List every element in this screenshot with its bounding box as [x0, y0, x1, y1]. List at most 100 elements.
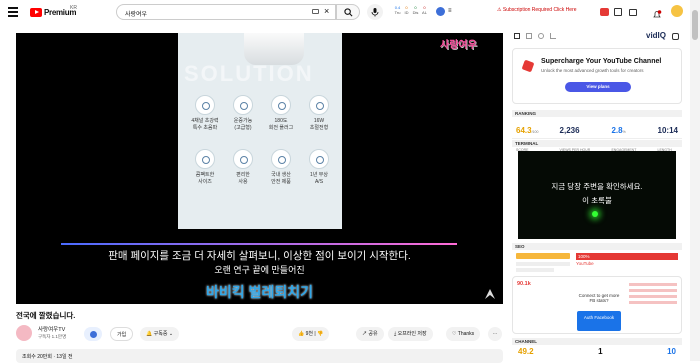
create-icon[interactable] [629, 7, 639, 17]
keyboard-icon[interactable] [312, 9, 319, 14]
voice-search-button[interactable] [367, 4, 383, 20]
burned-caption-line2: 바비킥 벌레퇴치기 [206, 284, 313, 300]
subscribe-button[interactable]: 🔔 구독중 ⌄ [140, 327, 180, 341]
video-title: 전국에 깔렸습니다. [16, 311, 76, 320]
menu-icon[interactable] [8, 7, 18, 17]
stat-score: 64.3/100 SCORE [516, 120, 539, 152]
feature-item: 1년 무상 A/S [300, 149, 338, 186]
scrollbar-thumb[interactable] [692, 10, 698, 40]
stat-value: 64.3 [516, 126, 532, 135]
stat-value: 2,236 [559, 126, 580, 135]
feature-icon [195, 95, 215, 115]
ext-label: Dis [412, 10, 419, 15]
feature-icon [271, 95, 291, 115]
download-button[interactable]: ⤓ 오프라인 저장 [388, 327, 433, 341]
masthead: Premium KR 사랑여우 × 0.4 0 0 0 Tru ID Dis AL ≡ ⚠ … [0, 0, 700, 26]
feature-label: 180도 회전 플러그 [268, 118, 294, 131]
vidiq-toolbar: vidIQ [512, 30, 682, 44]
feature-label: 4채널 초강력 특수 초음파 [191, 118, 219, 131]
feature-icon [195, 149, 215, 169]
stat-length: 10:14 LENGTH [658, 120, 678, 152]
channel-avatar[interactable] [16, 325, 32, 341]
stat-unit: /100 [531, 130, 539, 134]
bottom-stat-3: 10 [667, 347, 676, 356]
ext-label: ID [404, 10, 409, 15]
burned-caption-line1: 오랜 연구 끝에 만들어진 [214, 265, 305, 275]
bottom-stat-2: 1 [598, 347, 603, 356]
join-button[interactable]: 가입 [110, 327, 134, 341]
subtitle-underline [61, 243, 457, 245]
extension-menu-icon[interactable]: ≡ [448, 8, 452, 14]
promo-text: Unlock the most advanced growth tools fo… [541, 68, 644, 73]
search-input[interactable]: 사랑여우 [116, 4, 336, 20]
product-device-image [244, 33, 304, 65]
connect-text: Connect to get more FB stats? [578, 293, 620, 303]
bottom-stat-1: 49.2 [518, 347, 534, 356]
grid-icon[interactable] [514, 33, 520, 39]
download-label: 오프라인 저장 [397, 331, 427, 337]
youtube-logo-icon[interactable] [30, 8, 42, 17]
extension-icon[interactable] [436, 7, 445, 16]
channel-watermark: 사랑여우 [440, 40, 477, 51]
feature-icon [271, 149, 291, 169]
ext-label: AL [422, 10, 427, 15]
chart-icon[interactable] [550, 33, 556, 39]
warning-text: Subscription Required Click Here [502, 7, 577, 13]
vidiq-logo: vidIQ [646, 31, 667, 40]
caption-text: 판매 페이지를 조금 더 자세히 살펴보니, 이상한 점이 보이기 시작한다. [108, 250, 411, 262]
stats-header: RANKING [512, 110, 682, 117]
seo-header: SEO [512, 243, 682, 250]
search-button[interactable] [336, 4, 360, 20]
thanks-button[interactable]: ♡ Thanks [446, 327, 481, 341]
share-label: 공유 [368, 331, 378, 337]
vidiq-panel: vidIQ Supercharge Your YouTube Channel U… [512, 30, 682, 361]
feature-icon [233, 149, 253, 169]
subscription-warning[interactable]: ⚠ Subscription Required Click Here [497, 7, 577, 13]
seo-section: SEO 100% YouTube [512, 243, 682, 275]
feature-item: 편리한 사용 [224, 149, 262, 186]
seo-score: 100% [576, 253, 678, 260]
search-icon [344, 8, 353, 17]
feature-item: 4채널 초강력 특수 초음파 [186, 95, 224, 132]
notifications-icon[interactable] [652, 7, 662, 18]
stat-engagement: 2.8% ENGAGEMENT [611, 120, 636, 152]
subscribe-label: 구독중 [153, 331, 168, 337]
video-frame-product: SOLUTION 4채널 초강력 특수 초음파 운증가능 (고급형) 180도 … [178, 33, 342, 229]
like-count: 9천 [305, 331, 314, 337]
feature-label: 편리한 사용 [236, 172, 250, 185]
settings-icon[interactable] [672, 33, 679, 40]
more-actions-button[interactable]: ⋯ [488, 327, 502, 341]
tool-icon[interactable] [526, 33, 532, 39]
stats-section: RANKING 64.3/100 SCORE 2,236 VIEWS PER HOU… [512, 110, 682, 152]
scrollbar[interactable] [690, 0, 700, 361]
extension-badge[interactable] [84, 327, 102, 341]
mic-icon [371, 8, 379, 17]
terminal-screen[interactable]: 지금 당장 주변을 확인하세요. 이 초록불 [518, 151, 676, 239]
extension-square-icon[interactable] [614, 7, 624, 17]
stat-unit: % [622, 130, 626, 134]
tool-icon[interactable] [538, 33, 544, 39]
avatar[interactable] [671, 5, 683, 17]
channel-stat-num: 90.1k [517, 281, 531, 287]
auth-facebook-button[interactable]: Auth Facebook [577, 311, 621, 331]
feature-label: 운증가능 (고급형) [233, 118, 253, 131]
promo-title: Supercharge Your YouTube Channel [541, 58, 662, 65]
share-button[interactable]: ↗ 공유 [356, 327, 384, 341]
seo-card-left [516, 253, 570, 272]
extension-red-icon[interactable] [600, 7, 610, 17]
like-button[interactable]: 👍 9천 | 👎 [292, 327, 330, 341]
view-plans-button[interactable]: View plans [565, 82, 631, 92]
logo-country: KR [70, 5, 77, 11]
feature-item: 국내 생산 안전 제품 [262, 149, 300, 186]
extension-stats[interactable]: 0.4 0 0 0 Tru ID Dis AL [393, 5, 433, 19]
feature-item: 운증가능 (고급형) [224, 95, 262, 132]
video-player[interactable]: SOLUTION 4채널 초강력 특수 초음파 운증가능 (고급형) 180도 … [16, 33, 503, 304]
feature-icon [309, 149, 329, 169]
channel-stats-card: 90.1k Connect to get more FB stats? Auth… [512, 276, 682, 334]
terminal-line2: 이 초록불 [582, 196, 612, 205]
feature-label: 16W 초절전형 [309, 118, 329, 131]
clear-search-icon[interactable]: × [324, 6, 329, 16]
feature-label: 1년 무상 A/S [310, 172, 328, 185]
bottom-header: CHANNEL [512, 338, 682, 345]
channel-name[interactable]: 사랑여우TV [38, 325, 65, 333]
